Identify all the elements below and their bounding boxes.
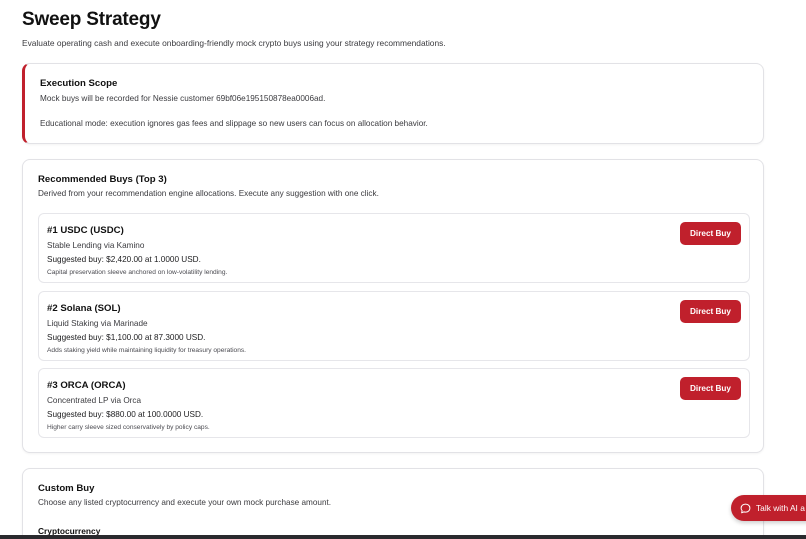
recommendation-name: #3 ORCA (ORCA) [47,380,126,391]
sweep-strategy-page: Sweep Strategy Evaluate operating cash a… [0,0,806,539]
recommendation-strategy: Stable Lending via Kamino [47,241,145,250]
recommendation-note: Higher carry sleeve sized conservatively… [47,424,210,431]
chat-bubble-icon [740,503,751,513]
recommended-buys-card: Recommended Buys (Top 3) Derived from yo… [22,159,764,453]
execution-scope-educational-text: Educational mode: execution ignores gas … [40,119,428,128]
recommendation-name: #1 USDC (USDC) [47,225,124,236]
direct-buy-button-usdc[interactable]: Direct Buy [680,222,741,245]
direct-buy-button-orca[interactable]: Direct Buy [680,377,741,400]
recommendation-suggestion: Suggested buy: $1,100.00 at 87.3000 USD. [47,333,206,342]
custom-buy-card: Custom Buy Choose any listed cryptocurre… [22,468,764,539]
direct-buy-button-sol[interactable]: Direct Buy [680,300,741,323]
custom-buy-title: Custom Buy [38,483,95,494]
recommended-buys-description: Derived from your recommendation engine … [38,189,379,198]
page-title: Sweep Strategy [22,9,161,30]
recommendation-item-usdc: #1 USDC (USDC) Stable Lending via Kamino… [38,213,750,283]
talk-with-ai-label: Talk with AI a [756,503,805,513]
page-subtitle: Evaluate operating cash and execute onbo… [22,38,446,48]
recommendation-note: Capital preservation sleeve anchored on … [47,269,228,276]
recommendation-strategy: Liquid Staking via Marinade [47,319,148,328]
recommendation-suggestion: Suggested buy: $2,420.00 at 1.0000 USD. [47,255,201,264]
recommendation-suggestion: Suggested buy: $880.00 at 100.0000 USD. [47,410,204,419]
execution-scope-customer-text: Mock buys will be recorded for Nessie cu… [40,94,326,103]
talk-with-ai-button[interactable]: Talk with AI a [731,495,806,521]
recommended-buys-title: Recommended Buys (Top 3) [38,174,167,185]
recommendation-name: #2 Solana (SOL) [47,303,121,314]
recommendation-note: Adds staking yield while maintaining liq… [47,347,247,354]
execution-scope-card: Execution Scope Mock buys will be record… [22,63,764,144]
recommendation-item-sol: #2 Solana (SOL) Liquid Staking via Marin… [38,291,750,361]
execution-scope-title: Execution Scope [40,78,118,89]
window-bottom-edge [0,535,806,539]
recommendation-item-orca: #3 ORCA (ORCA) Concentrated LP via Orca … [38,368,750,438]
custom-buy-description: Choose any listed cryptocurrency and exe… [38,498,332,507]
recommendation-strategy: Concentrated LP via Orca [47,396,142,405]
